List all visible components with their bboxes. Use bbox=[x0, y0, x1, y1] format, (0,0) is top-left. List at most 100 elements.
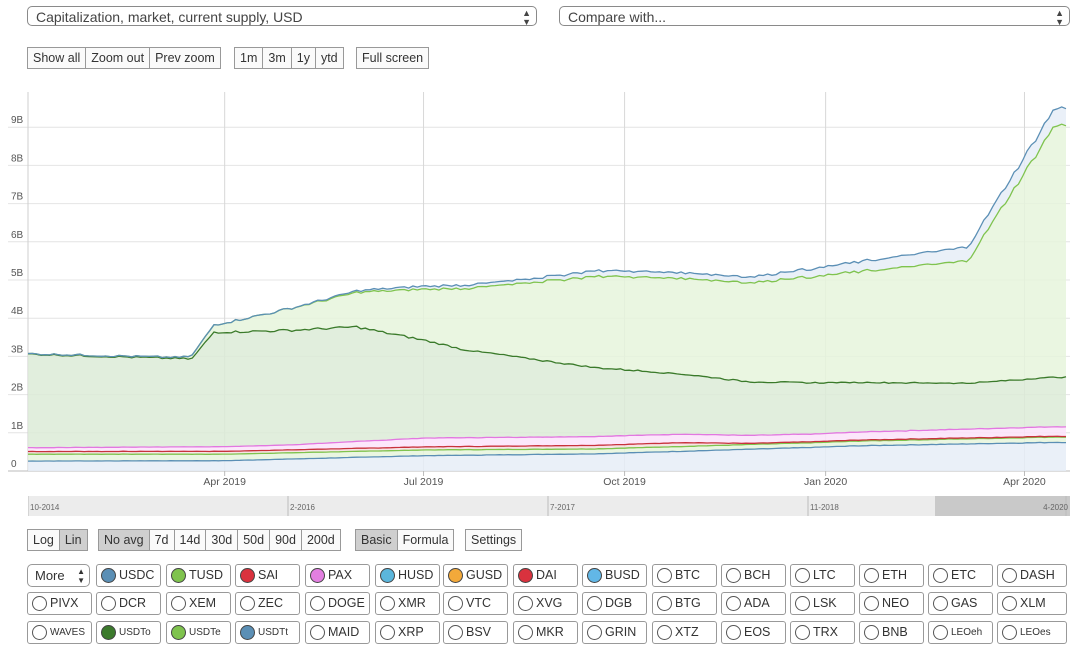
prev-zoom-button[interactable]: Prev zoom bbox=[149, 47, 221, 69]
asset-chip-gas[interactable]: GAS bbox=[928, 592, 993, 615]
asset-chip-gusd[interactable]: GUSD bbox=[443, 564, 508, 587]
asset-chip-label: EOS bbox=[744, 625, 771, 639]
asset-chip-eos[interactable]: EOS bbox=[721, 621, 786, 644]
asset-chip-pax[interactable]: PAX bbox=[305, 564, 370, 587]
market-cap-chart[interactable]: 0 1B 2B 3B 4B 5B 6B 7B 8B 9B Apr 2019 Jul 2019 Oct … bbox=[0, 88, 1080, 490]
asset-chip-btc[interactable]: BTC bbox=[652, 564, 717, 587]
no-avg-button[interactable]: No avg bbox=[98, 529, 150, 551]
asset-chip-bsv[interactable]: BSV bbox=[443, 621, 508, 644]
asset-chip-label: BCH bbox=[744, 568, 771, 582]
asset-chip-xem[interactable]: XEM bbox=[166, 592, 231, 615]
range-1y-button[interactable]: 1y bbox=[290, 47, 316, 69]
avg-7d-button[interactable]: 7d bbox=[148, 529, 175, 551]
avg-30d-button[interactable]: 30d bbox=[205, 529, 239, 551]
asset-chip-etc[interactable]: ETC bbox=[928, 564, 993, 587]
asset-chip-label: HUSD bbox=[398, 568, 434, 582]
active-toggle-icon bbox=[101, 568, 116, 583]
asset-chip-leoeh[interactable]: LEOeh bbox=[928, 621, 993, 644]
inactive-toggle-icon bbox=[380, 625, 395, 640]
metric-select[interactable]: Capitalization, market, current supply, … bbox=[27, 6, 537, 27]
asset-chip-bnb[interactable]: BNB bbox=[859, 621, 924, 644]
range-ytd-button[interactable]: ytd bbox=[314, 47, 344, 69]
basic-mode-button[interactable]: Basic bbox=[355, 529, 398, 551]
asset-chip-vtc[interactable]: VTC bbox=[443, 592, 508, 615]
asset-chip-xmr[interactable]: XMR bbox=[375, 592, 440, 615]
asset-chip-xtz[interactable]: XTZ bbox=[652, 621, 717, 644]
inactive-toggle-icon bbox=[518, 596, 533, 611]
inactive-toggle-icon bbox=[864, 568, 879, 583]
asset-chip-label: LTC bbox=[813, 568, 836, 582]
asset-chip-zec[interactable]: ZEC bbox=[235, 592, 300, 615]
asset-chip-lsk[interactable]: LSK bbox=[790, 592, 855, 615]
asset-chip-label: USDTt bbox=[258, 627, 288, 638]
asset-chip-btg[interactable]: BTG bbox=[652, 592, 717, 615]
asset-chip-busd[interactable]: BUSD bbox=[582, 564, 647, 587]
inactive-toggle-icon bbox=[518, 625, 533, 640]
asset-chip-dgb[interactable]: DGB bbox=[582, 592, 647, 615]
asset-chip-pivx[interactable]: PIVX bbox=[27, 592, 92, 615]
formula-mode-button[interactable]: Formula bbox=[396, 529, 455, 551]
timeline-label: 7-2017 bbox=[550, 503, 575, 512]
show-all-button[interactable]: Show all bbox=[27, 47, 87, 69]
inactive-toggle-icon bbox=[726, 596, 741, 611]
y-axis-labels: 0 1B 2B 3B 4B 5B 6B 7B 8B 9B bbox=[11, 115, 24, 470]
inactive-toggle-icon bbox=[587, 596, 602, 611]
x-tick-label: Jan 2020 bbox=[804, 476, 847, 488]
asset-chip-usdte[interactable]: USDTe bbox=[166, 621, 231, 644]
asset-chip-eth[interactable]: ETH bbox=[859, 564, 924, 587]
asset-chip-ltc[interactable]: LTC bbox=[790, 564, 855, 587]
asset-chip-bch[interactable]: BCH bbox=[721, 564, 786, 587]
avg-controls: No avg 7d 14d 30d 50d 90d 200d bbox=[98, 529, 341, 551]
settings-button[interactable]: Settings bbox=[465, 529, 523, 551]
asset-chip-xrp[interactable]: XRP bbox=[375, 621, 440, 644]
asset-chip-sai[interactable]: SAI bbox=[235, 564, 300, 587]
asset-chip-leoes[interactable]: LEOes bbox=[997, 621, 1067, 644]
asset-chip-dash[interactable]: DASH bbox=[997, 564, 1067, 587]
chart-areas bbox=[28, 106, 1066, 471]
range-3m-button[interactable]: 3m bbox=[262, 47, 292, 69]
asset-chip-trx[interactable]: TRX bbox=[790, 621, 855, 644]
active-toggle-icon bbox=[587, 568, 602, 583]
asset-chip-husd[interactable]: HUSD bbox=[375, 564, 440, 587]
asset-chip-waves[interactable]: WAVES bbox=[27, 621, 92, 644]
asset-chip-dcr[interactable]: DCR bbox=[96, 592, 161, 615]
asset-chip-grin[interactable]: GRIN bbox=[582, 621, 647, 644]
asset-chip-usdc[interactable]: USDC bbox=[96, 564, 161, 587]
inactive-toggle-icon bbox=[657, 596, 672, 611]
active-toggle-icon bbox=[518, 568, 533, 583]
asset-chip-label: SAI bbox=[258, 568, 279, 582]
asset-chip-neo[interactable]: NEO bbox=[859, 592, 924, 615]
lin-scale-button[interactable]: Lin bbox=[58, 529, 88, 551]
avg-50d-button[interactable]: 50d bbox=[237, 529, 271, 551]
asset-chip-tusd[interactable]: TUSD bbox=[166, 564, 231, 587]
log-scale-button[interactable]: Log bbox=[27, 529, 60, 551]
avg-90d-button[interactable]: 90d bbox=[269, 529, 302, 551]
asset-chip-dai[interactable]: DAI bbox=[513, 564, 578, 587]
asset-chip-doge[interactable]: DOGE bbox=[305, 592, 370, 615]
inactive-toggle-icon bbox=[864, 596, 879, 611]
y-tick-label: 9B bbox=[11, 115, 24, 126]
asset-chip-usdtt[interactable]: USDTt bbox=[235, 621, 300, 644]
timeline-navigator[interactable]: 10-2014 2-2016 7-2017 11-2018 4-2020 bbox=[28, 496, 1070, 516]
asset-chip-ada[interactable]: ADA bbox=[721, 592, 786, 615]
active-toggle-icon bbox=[171, 568, 186, 583]
zoom-out-button[interactable]: Zoom out bbox=[85, 47, 151, 69]
asset-chip-xlm[interactable]: XLM bbox=[997, 592, 1067, 615]
inactive-toggle-icon bbox=[657, 568, 672, 583]
asset-chip-xvg[interactable]: XVG bbox=[513, 592, 578, 615]
more-select[interactable]: More ▲ ▼ bbox=[27, 564, 90, 587]
select-arrows-icon: ▲ ▼ bbox=[522, 8, 531, 27]
asset-chip-label: DCR bbox=[119, 596, 147, 610]
compare-select[interactable]: Compare with... ▲ ▼ bbox=[559, 6, 1070, 27]
x-tick-label: Apr 2019 bbox=[203, 476, 246, 488]
range-1m-button[interactable]: 1m bbox=[234, 47, 264, 69]
avg-200d-button[interactable]: 200d bbox=[300, 529, 341, 551]
asset-chip-mkr[interactable]: MKR bbox=[513, 621, 578, 644]
asset-chip-usdto[interactable]: USDTo bbox=[96, 621, 161, 644]
settings-group: Settings bbox=[465, 529, 523, 551]
active-toggle-icon bbox=[380, 568, 395, 583]
inactive-toggle-icon bbox=[101, 596, 116, 611]
asset-chip-maid[interactable]: MAID bbox=[305, 621, 370, 644]
avg-14d-button[interactable]: 14d bbox=[173, 529, 207, 551]
full-screen-button[interactable]: Full screen bbox=[356, 47, 430, 69]
